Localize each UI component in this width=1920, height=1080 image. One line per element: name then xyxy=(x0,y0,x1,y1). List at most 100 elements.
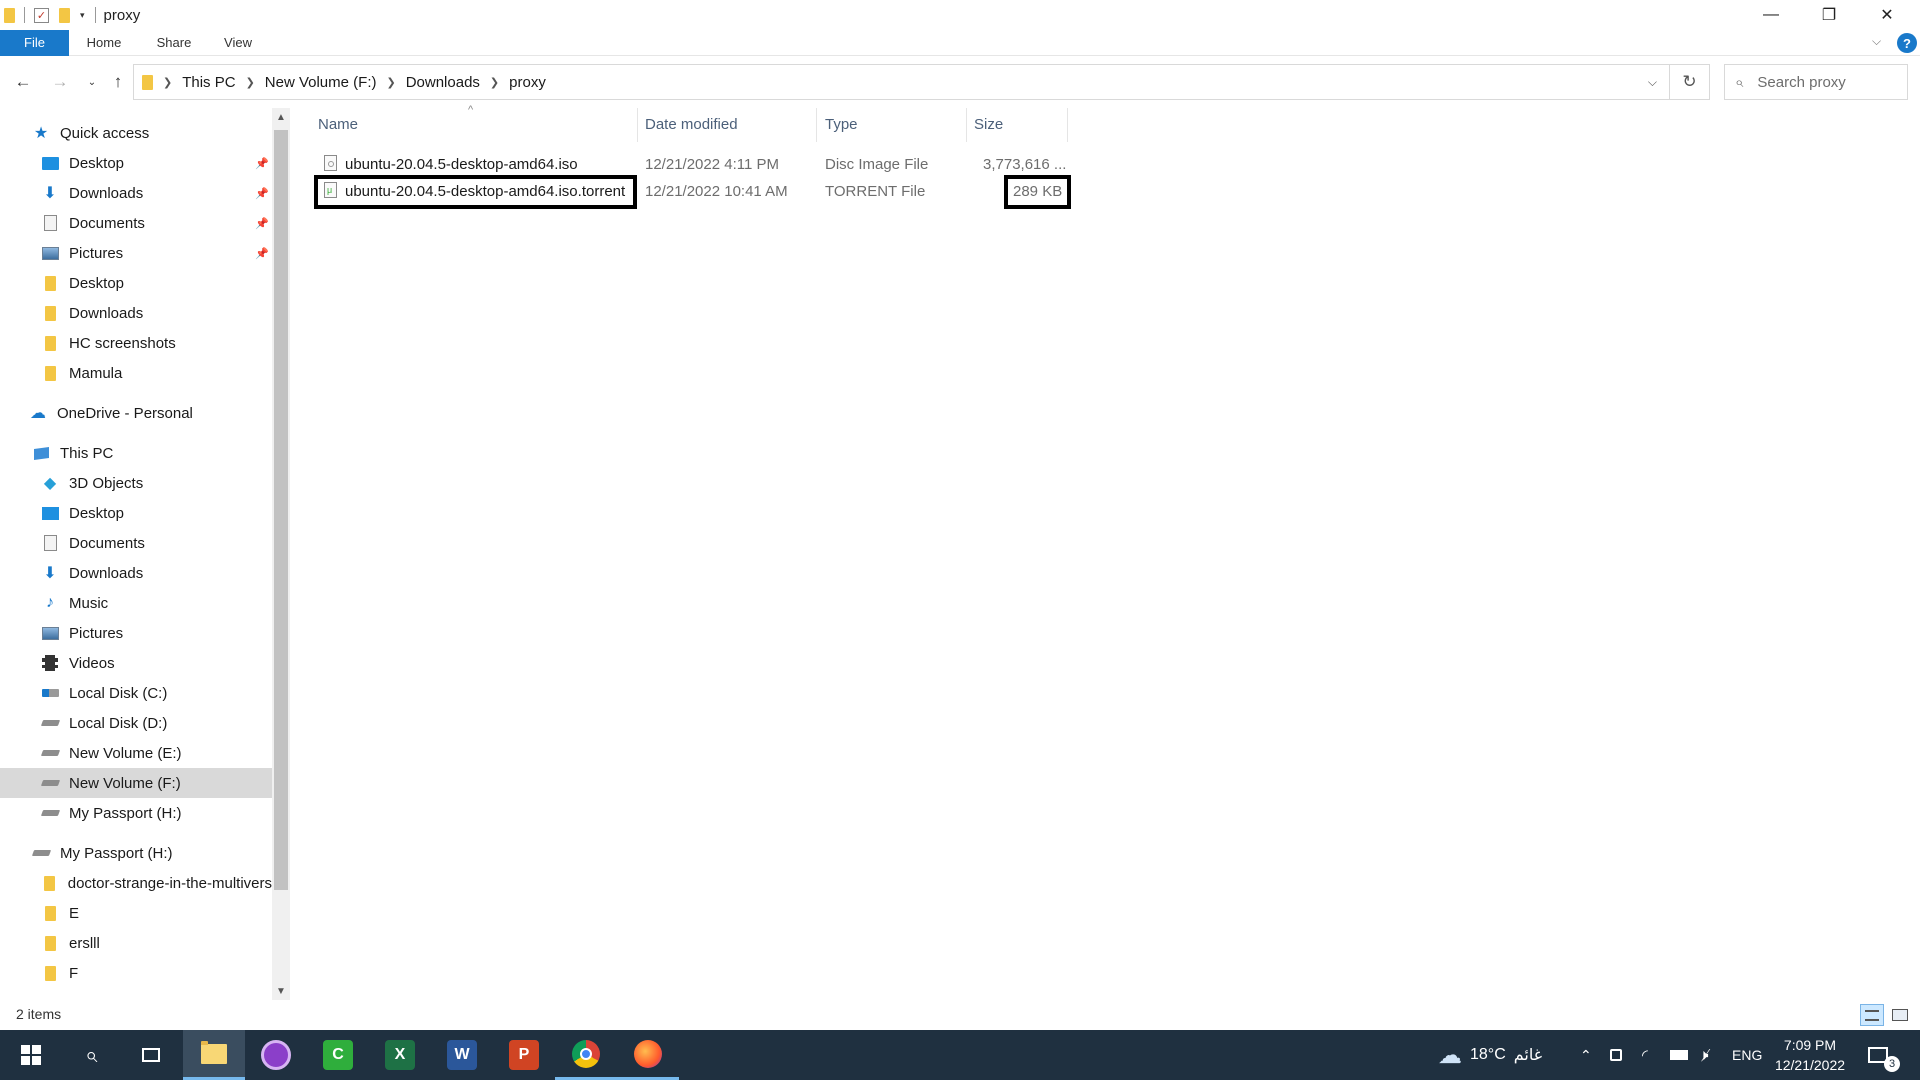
nav-quick-access[interactable]: ★ Quick access xyxy=(0,118,272,148)
nav-item-hc-screenshots[interactable]: HC screenshots xyxy=(0,328,272,358)
taskbar-screen-recorder[interactable] xyxy=(245,1030,307,1080)
nav-item-local-disk-c[interactable]: Local Disk (C:) xyxy=(0,678,272,708)
nav-item-pc-downloads[interactable]: ⬇ Downloads xyxy=(0,558,272,588)
column-header-name[interactable]: Name xyxy=(300,108,638,142)
recent-locations-button[interactable]: ⌄ xyxy=(81,70,103,94)
help-icon[interactable]: ? xyxy=(1897,33,1917,53)
large-icons-view-button[interactable] xyxy=(1888,1004,1912,1026)
breadcrumb-this-pc[interactable]: This PC xyxy=(182,74,235,91)
nav-item-3d-objects[interactable]: ◆ 3D Objects xyxy=(0,468,272,498)
status-bar: 2 items xyxy=(0,1002,1920,1028)
search-icon: ⌕ xyxy=(1735,73,1744,91)
minimize-button[interactable]: — xyxy=(1742,0,1800,30)
scroll-up-arrow-icon[interactable]: ▲ xyxy=(272,108,290,126)
breadcrumb-new-volume-f[interactable]: New Volume (F:) xyxy=(265,74,377,91)
scrollbar-thumb[interactable] xyxy=(274,130,288,890)
customize-toolbar-chevron-icon[interactable]: ▾ xyxy=(80,10,85,21)
nav-this-pc[interactable]: This PC xyxy=(0,438,272,468)
action-center-button[interactable]: 3 xyxy=(1868,1030,1900,1080)
new-folder-icon[interactable] xyxy=(59,7,70,23)
meet-now-icon[interactable] xyxy=(1610,1030,1622,1080)
nav-item-e[interactable]: E xyxy=(0,898,272,928)
nav-item-f[interactable]: F xyxy=(0,958,272,988)
show-hidden-icons-chevron-icon[interactable]: ⌃ xyxy=(1580,1030,1592,1080)
nav-item-downloads-folder[interactable]: Downloads xyxy=(0,298,272,328)
nav-onedrive[interactable]: ☁ OneDrive - Personal xyxy=(0,398,272,428)
restore-button[interactable]: ❐ xyxy=(1800,0,1858,30)
nav-item-videos[interactable]: Videos xyxy=(0,648,272,678)
file-type: TORRENT File xyxy=(825,183,926,200)
taskbar-camtasia[interactable]: C xyxy=(307,1030,369,1080)
nav-item-documents[interactable]: Documents 📌 xyxy=(0,208,272,238)
nav-item-music[interactable]: ♪ Music xyxy=(0,588,272,618)
nav-my-passport[interactable]: My Passport (H:) xyxy=(0,838,272,868)
nav-item-pictures[interactable]: Pictures 📌 xyxy=(0,238,272,268)
breadcrumb-chevron-icon[interactable]: ❯ xyxy=(490,76,499,89)
breadcrumb-chevron-icon[interactable]: ❯ xyxy=(386,76,395,89)
folder-icon xyxy=(41,875,58,891)
breadcrumb-chevron-icon[interactable]: ❯ xyxy=(163,76,172,89)
nav-item-desktop-folder[interactable]: Desktop xyxy=(0,268,272,298)
nav-item-downloads[interactable]: ⬇ Downloads 📌 xyxy=(0,178,272,208)
file-name-cell[interactable]: ubuntu-20.04.5-desktop-amd64.iso xyxy=(324,151,578,179)
pin-icon: 📌 xyxy=(255,157,269,170)
task-view-button[interactable] xyxy=(120,1030,182,1080)
taskbar-firefox[interactable] xyxy=(617,1030,679,1080)
file-row[interactable]: μ ubuntu-20.04.5-desktop-amd64.iso.torren… xyxy=(300,175,1400,209)
weather-widget[interactable]: ☁ 18°C غائم xyxy=(1438,1030,1542,1080)
details-view-button[interactable] xyxy=(1860,1004,1884,1026)
navigation-scrollbar[interactable]: ▲ ▼ xyxy=(272,108,290,1000)
cloud-icon: ☁ xyxy=(30,405,46,422)
search-input[interactable] xyxy=(1757,73,1888,91)
taskbar-excel[interactable]: X xyxy=(369,1030,431,1080)
nav-item-new-volume-f[interactable]: New Volume (F:) xyxy=(0,768,272,798)
column-header-date-modified[interactable]: Date modified xyxy=(638,108,817,142)
nav-item-my-passport-h[interactable]: My Passport (H:) xyxy=(0,798,272,828)
tab-home[interactable]: Home xyxy=(78,30,130,56)
taskbar-chrome[interactable] xyxy=(555,1030,617,1080)
breadcrumb-downloads[interactable]: Downloads xyxy=(406,74,480,91)
search-box[interactable]: ⌕ xyxy=(1724,64,1908,100)
address-dropdown-chevron-icon[interactable]: ⌵ xyxy=(1648,75,1657,90)
nav-item-pc-pictures[interactable]: Pictures xyxy=(0,618,272,648)
nav-item-pc-desktop[interactable]: Desktop xyxy=(0,498,272,528)
nav-item-doctor-strange[interactable]: doctor-strange-in-the-multivers xyxy=(0,868,272,898)
nav-item-new-volume-e[interactable]: New Volume (E:) xyxy=(0,738,272,768)
file-name-cell[interactable]: μ ubuntu-20.04.5-desktop-amd64.iso.torren… xyxy=(313,175,638,209)
taskbar-powerpoint[interactable]: P xyxy=(493,1030,555,1080)
clock[interactable]: 7:09 PM 12/21/2022 xyxy=(1770,1030,1850,1080)
breadcrumb-chevron-icon[interactable]: ❯ xyxy=(246,76,255,89)
nav-item-erslll[interactable]: erslll xyxy=(0,928,272,958)
tab-file[interactable]: File xyxy=(0,30,69,56)
battery-icon[interactable] xyxy=(1670,1030,1688,1080)
scroll-down-arrow-icon[interactable]: ▼ xyxy=(272,982,290,1000)
volume-muted-icon[interactable]: 🕨̸ xyxy=(1699,1030,1708,1080)
nav-item-local-disk-d[interactable]: Local Disk (D:) xyxy=(0,708,272,738)
column-header-type[interactable]: Type xyxy=(817,108,967,142)
expand-ribbon-chevron-icon[interactable]: ⌵ xyxy=(1872,34,1881,49)
up-button[interactable]: ↑ xyxy=(107,70,129,94)
start-button[interactable] xyxy=(0,1030,62,1080)
language-indicator[interactable]: ENG xyxy=(1732,1030,1762,1080)
file-row[interactable]: ubuntu-20.04.5-desktop-amd64.iso 12/21/2… xyxy=(300,151,1400,179)
column-header-size[interactable]: Size xyxy=(967,108,1068,142)
close-button[interactable]: ✕ xyxy=(1858,0,1916,30)
taskbar-file-explorer[interactable] xyxy=(183,1030,245,1080)
nav-item-desktop[interactable]: Desktop 📌 xyxy=(0,148,272,178)
wifi-icon[interactable]: ◜ xyxy=(1642,1030,1648,1080)
nav-item-pc-documents[interactable]: Documents xyxy=(0,528,272,558)
tab-view[interactable]: View xyxy=(212,30,264,56)
chevron-down-icon: ⌄ xyxy=(87,76,97,88)
tab-share[interactable]: Share xyxy=(148,30,200,56)
nav-label: Music xyxy=(69,594,109,612)
search-button[interactable]: ⌕ xyxy=(60,1030,122,1080)
address-bar[interactable]: ❯ This PC ❯ New Volume (F:) ❯ Downloads … xyxy=(133,64,1670,100)
properties-icon[interactable]: ✓ xyxy=(34,7,49,23)
breadcrumb-proxy[interactable]: proxy xyxy=(509,74,546,91)
refresh-button[interactable]: ↻ xyxy=(1670,64,1710,100)
forward-button[interactable]: → xyxy=(49,70,71,94)
taskbar-word[interactable]: W xyxy=(431,1030,493,1080)
search-icon: ⌕ xyxy=(84,1042,98,1067)
back-button[interactable]: ← xyxy=(12,70,34,94)
nav-item-mamula[interactable]: Mamula xyxy=(0,358,272,388)
